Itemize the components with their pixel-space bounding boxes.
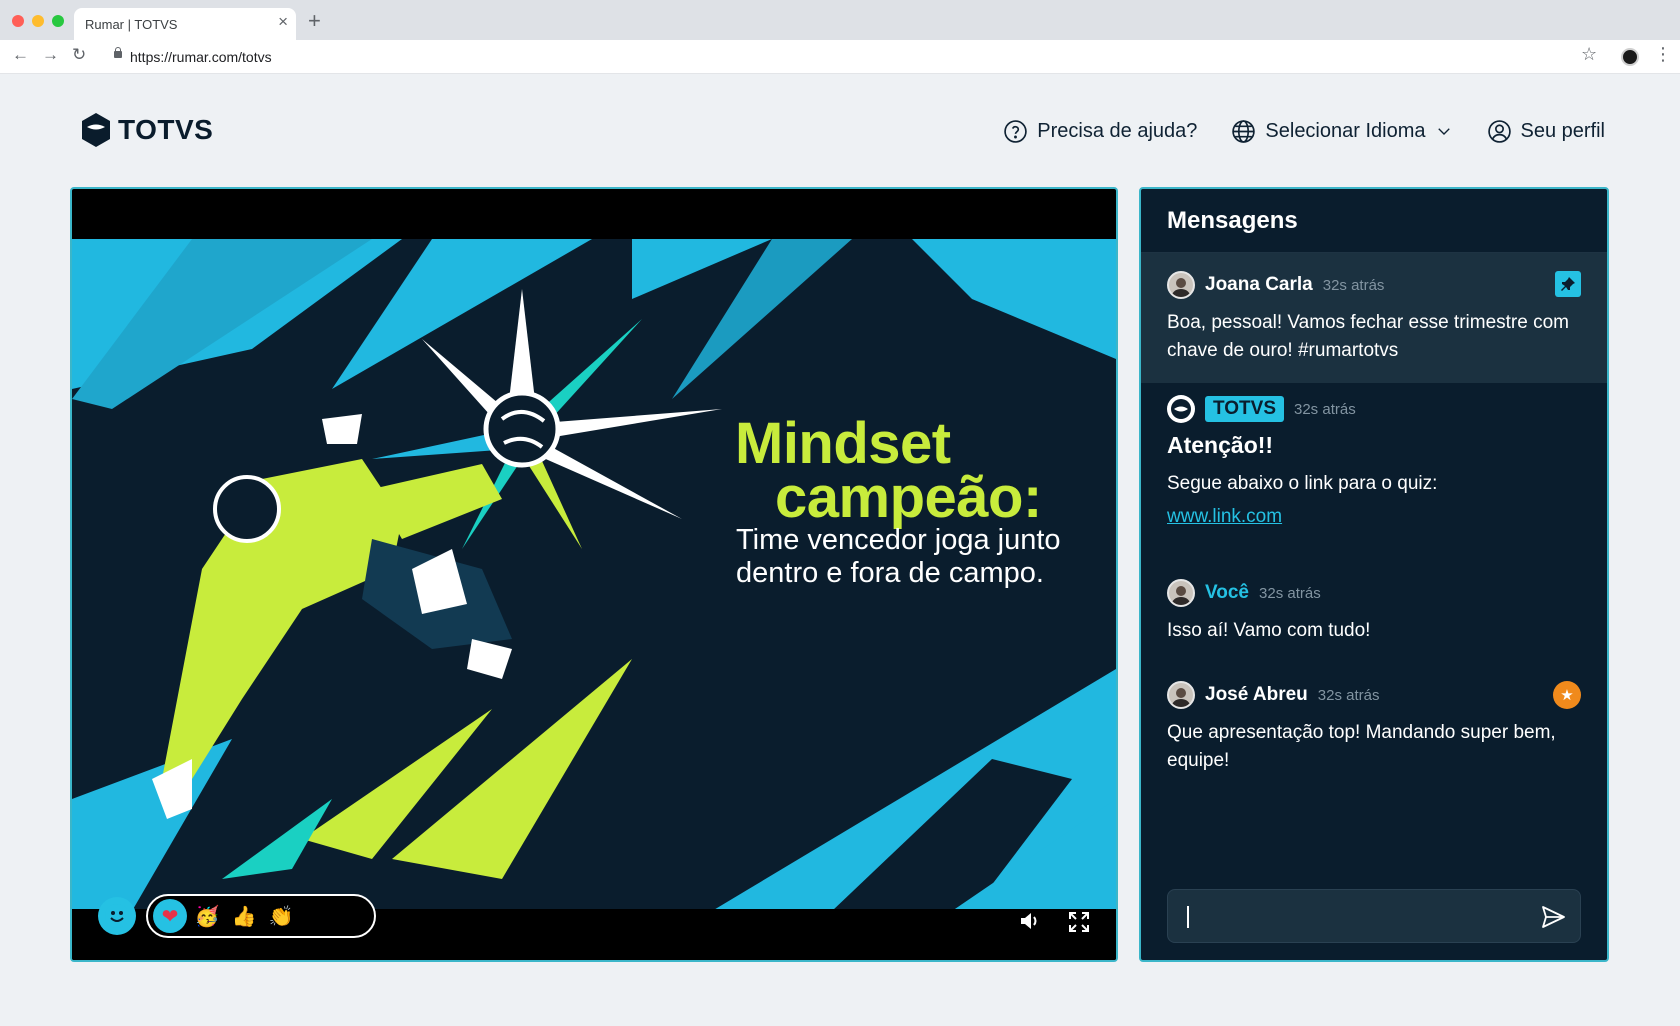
headline-line-2: campeão:: [775, 465, 1042, 530]
emoji-picker-button[interactable]: [98, 897, 136, 935]
reaction-heart[interactable]: ❤: [153, 899, 187, 933]
avatar: [1167, 681, 1195, 709]
video-subline: Time vencedor joga junto dentro e fora d…: [736, 524, 1061, 589]
smiley-icon: [105, 904, 129, 928]
volume-icon[interactable]: [1019, 911, 1041, 931]
video-frame: Mindset campeão: Time vencedor joga junt…: [72, 239, 1116, 911]
new-tab-button[interactable]: +: [308, 10, 321, 32]
reaction-laugh[interactable]: 😂: [338, 899, 372, 933]
chevron-down-icon: [1437, 128, 1450, 135]
message-time: 32s atrás: [1259, 584, 1321, 602]
message-input[interactable]: [1167, 889, 1581, 943]
lock-icon: [114, 47, 122, 58]
message-text: Que apresentação top! Mandando super bem…: [1167, 722, 1556, 771]
browser-chrome: Rumar | TOTVS × + ← → ↻ https://rumar.co…: [0, 0, 1680, 74]
pin-icon[interactable]: [1555, 271, 1581, 297]
tab-bar: Rumar | TOTVS × +: [0, 0, 1680, 40]
forward-arrow-icon[interactable]: →: [42, 46, 59, 63]
message-author: Você: [1205, 582, 1250, 603]
chat-title: Mensagens: [1167, 207, 1298, 234]
language-label: Selecionar Idioma: [1265, 119, 1426, 142]
url-text: https://rumar.com/totvs: [130, 49, 272, 65]
bookmark-star-icon[interactable]: ☆: [1581, 45, 1597, 63]
fullscreen-icon[interactable]: [1068, 911, 1090, 933]
message-header: TOTVS 32s atrás: [1167, 395, 1356, 423]
message-time: 32s atrás: [1317, 686, 1380, 704]
window-minimize-button[interactable]: [32, 15, 44, 27]
window-close-button[interactable]: [12, 15, 24, 27]
avatar: [1167, 271, 1195, 299]
message-text: Boa, pessoal! Vamos fechar esse trimestr…: [1167, 312, 1569, 361]
globe-icon: [1232, 119, 1256, 143]
browser-profile-avatar[interactable]: [1621, 48, 1639, 66]
text-caret: [1187, 906, 1189, 928]
message-author: Joana Carla: [1205, 274, 1313, 295]
browser-toolbar: ← → ↻ https://rumar.com/totvs ☆ ⋮: [0, 40, 1680, 74]
totvs-brand-icon: [1167, 395, 1195, 423]
reaction-clap[interactable]: 👏: [264, 899, 298, 933]
back-arrow-icon[interactable]: ←: [12, 46, 29, 63]
video-headline: Mindset campeão:: [735, 411, 1042, 530]
chat-panel: Mensagens Joana Carla 32s atrás Boa, pes…: [1139, 187, 1609, 962]
quiz-link[interactable]: www.link.com: [1167, 506, 1282, 528]
message-text: Isso aí! Vamo com tudo!: [1167, 620, 1371, 641]
browser-menu-icon[interactable]: ⋮: [1654, 45, 1672, 63]
help-link[interactable]: Precisa de ajuda?: [1003, 119, 1197, 144]
reaction-bar: ❤ 🥳 👍 👏 😮 😂: [146, 894, 376, 938]
reload-icon[interactable]: ↻: [72, 46, 86, 63]
message-time: 32s atrás: [1322, 276, 1385, 294]
message-time: 32s atrás: [1294, 400, 1356, 418]
help-label: Precisa de ajuda?: [1037, 119, 1198, 142]
star-badge-icon: ★: [1553, 681, 1581, 709]
message-header: Você 32s atrás: [1167, 579, 1321, 607]
tab-title: Rumar | TOTVS: [85, 17, 178, 32]
help-question-icon: [1004, 119, 1028, 143]
send-icon[interactable]: [1540, 904, 1566, 930]
reaction-party[interactable]: 🥳: [190, 899, 224, 933]
address-bar[interactable]: https://rumar.com/totvs: [104, 44, 1574, 70]
logo-text: TOTVS: [118, 114, 214, 145]
tab-close-icon[interactable]: ×: [278, 13, 288, 30]
message-header: Joana Carla 32s atrás: [1167, 271, 1384, 299]
reaction-thumbs-up[interactable]: 👍: [227, 899, 261, 933]
profile-link[interactable]: Seu perfil: [1487, 119, 1606, 144]
message-author: TOTVS: [1205, 396, 1284, 422]
pinned-message: Joana Carla 32s atrás Boa, pessoal! Vamo…: [1141, 253, 1607, 383]
announcement-title: Atenção!!: [1167, 432, 1274, 458]
message-text: Segue abaixo o link para o quiz:: [1167, 473, 1438, 494]
video-player[interactable]: Mindset campeão: Time vencedor joga junt…: [70, 187, 1118, 962]
user-profile-icon: [1487, 119, 1511, 143]
message-header: José Abreu 32s atrás: [1167, 681, 1379, 709]
header-nav: Precisa de ajuda? Selecionar Idioma Seu …: [1003, 116, 1605, 146]
window-maximize-button[interactable]: [52, 15, 64, 27]
browser-tab[interactable]: Rumar | TOTVS ×: [74, 8, 296, 40]
totvs-logo[interactable]: TOTVS: [80, 112, 213, 148]
message-author: José Abreu: [1205, 684, 1308, 705]
language-selector[interactable]: Selecionar Idioma: [1231, 119, 1452, 144]
avatar: [1167, 579, 1195, 607]
headline-line-1: Mindset: [735, 411, 951, 476]
totvs-logo-mark-icon: [82, 113, 110, 147]
reaction-surprised[interactable]: 😮: [301, 899, 335, 933]
profile-label: Seu perfil: [1520, 119, 1606, 142]
